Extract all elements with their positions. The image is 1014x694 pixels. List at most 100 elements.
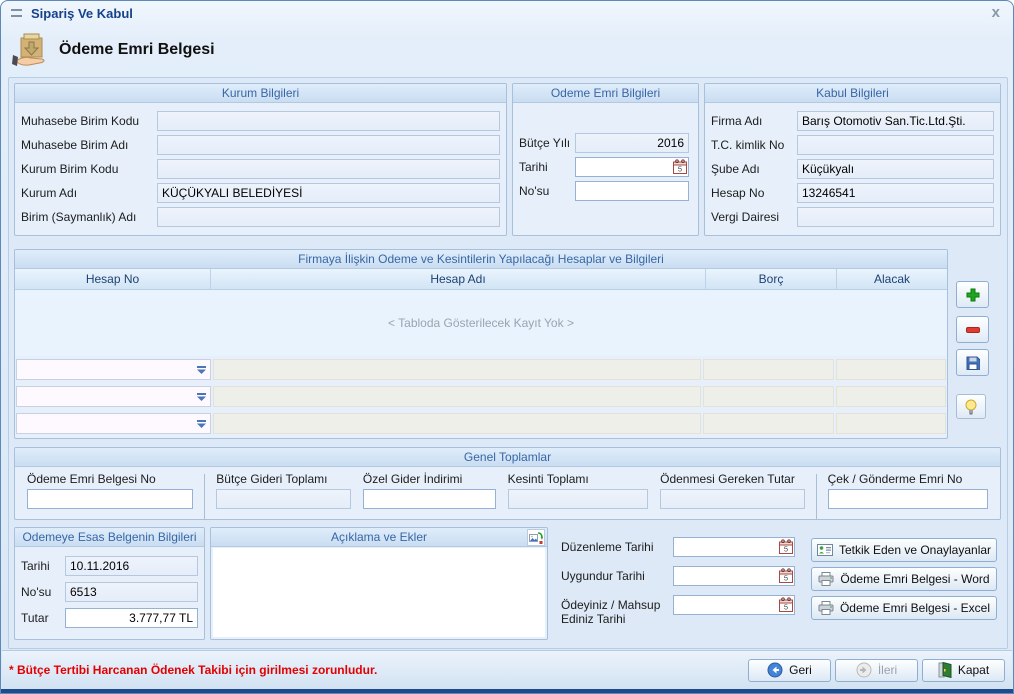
butce-yili-input[interactable] <box>575 133 689 153</box>
belge-tutar-input[interactable] <box>65 608 198 628</box>
tetkik-eden-button[interactable]: Tetkik Eden ve Onaylayanlar <box>811 538 997 562</box>
remove-row-button[interactable] <box>956 316 989 343</box>
odeme-emri-nosu-input[interactable] <box>575 181 689 201</box>
kurum-birim-kodu-input[interactable] <box>157 159 500 179</box>
table-row <box>16 386 946 407</box>
column-header-borc[interactable]: Borç <box>706 269 837 289</box>
field-label: Tutar <box>21 611 65 625</box>
button-label: İleri <box>878 663 897 677</box>
field-label: Firma Adı <box>711 114 797 128</box>
field-label: No'su <box>21 585 65 599</box>
field-label: Kurum Adı <box>21 186 157 200</box>
odeme-emri-tarihi-input[interactable] <box>575 157 689 177</box>
group-title: Firmaya İlişkin Odeme ve Kesintilerin Ya… <box>15 250 947 269</box>
hint-button[interactable] <box>956 394 986 419</box>
kurum-adi-input[interactable] <box>157 183 500 203</box>
belge-tarihi-input[interactable] <box>65 556 198 576</box>
field-label: Uygundur Tarihi <box>561 566 673 583</box>
column-header-hesap-adi[interactable]: Hesap Adı <box>211 269 706 289</box>
vergi-dairesi-input[interactable] <box>797 207 994 227</box>
page-header: Ödeme Emri Belgesi <box>1 25 1013 75</box>
kapat-button[interactable]: Kapat <box>922 659 1005 682</box>
birim-saymanlik-adi-input[interactable] <box>157 207 500 227</box>
door-exit-icon <box>938 662 952 678</box>
calendar-icon[interactable]: 5 <box>779 568 793 583</box>
group-odeme-emri-bilgileri: Odeme Emri Bilgileri Bütçe Yılı Tarihi 5… <box>512 83 699 236</box>
odenmesi-gereken-tutar-input[interactable] <box>660 489 805 509</box>
calendar-icon[interactable]: 5 <box>779 597 793 612</box>
hesap-adi-cell <box>213 413 701 434</box>
uygundur-tarihi-input[interactable] <box>673 566 795 586</box>
group-title: Kurum Bilgileri <box>15 84 506 103</box>
field-label: Vergi Dairesi <box>711 210 797 224</box>
date-fields: Düzenleme Tarihi 5 Uygundur Tarihi 5 Öde… <box>561 537 805 635</box>
lightbulb-icon <box>965 399 977 415</box>
field-label: No'su <box>519 184 575 198</box>
muhasebe-birim-adi-input[interactable] <box>157 135 500 155</box>
odeme-emri-belgesi-no-input[interactable] <box>27 489 193 509</box>
column-header-alacak[interactable]: Alacak <box>837 269 947 289</box>
sube-adi-input[interactable] <box>797 159 994 179</box>
window-title: Sipariş Ve Kabul <box>31 6 133 21</box>
field-label: Şube Adı <box>711 162 797 176</box>
group-kurum-bilgileri: Kurum Bilgileri Muhasebe Birim Kodu Muha… <box>14 83 507 236</box>
odeyiniz-mahsup-tarihi-input[interactable] <box>673 595 795 615</box>
calendar-icon[interactable]: 5 <box>673 159 687 174</box>
chevron-down-icon <box>197 366 206 374</box>
attach-image-button[interactable] <box>527 529 545 546</box>
hesap-no-combo[interactable] <box>16 386 211 407</box>
hesap-no-combo-input[interactable] <box>17 363 197 377</box>
hesap-no-combo-input[interactable] <box>17 390 197 404</box>
field-label: Çek / Gönderme Emri No <box>828 472 988 486</box>
field-label: T.C. kimlik No <box>711 138 797 152</box>
save-icon <box>966 356 980 370</box>
firma-adi-input[interactable] <box>797 111 994 131</box>
page-title: Ödeme Emri Belgesi <box>59 41 215 59</box>
muhasebe-birim-kodu-input[interactable] <box>157 111 500 131</box>
belge-nosu-input[interactable] <box>65 582 198 602</box>
title-bar: Sipariş Ve Kabul x <box>1 1 1013 25</box>
add-row-button[interactable] <box>956 281 989 308</box>
borc-cell <box>703 413 834 434</box>
divider <box>204 474 205 520</box>
geri-button[interactable]: Geri <box>748 659 831 682</box>
kabul-hesap-no-input[interactable] <box>797 183 994 203</box>
kesinti-toplami-input[interactable] <box>508 489 649 509</box>
close-icon[interactable]: x <box>989 6 1003 20</box>
group-title: Genel Toplamlar <box>15 448 1000 467</box>
divider <box>816 474 817 520</box>
button-label: Ödeme Emri Belgesi - Excel <box>840 601 990 615</box>
group-genel-toplamlar: Genel Toplamlar Ödeme Emri Belgesi No Bü… <box>14 447 1001 520</box>
column-header-hesap-no[interactable]: Hesap No <box>15 269 211 289</box>
group-title: Açıklama ve Ekler <box>211 528 547 547</box>
ileri-button[interactable]: İleri <box>835 659 918 682</box>
table-header-row: Hesap No Hesap Adı Borç Alacak <box>15 269 947 290</box>
odeme-emri-excel-button[interactable]: Ödeme Emri Belgesi - Excel <box>811 596 997 620</box>
alacak-cell <box>836 413 946 434</box>
tc-kimlik-no-input[interactable] <box>797 135 994 155</box>
window-bottom-strip <box>1 689 1013 693</box>
hesap-adi-cell <box>213 386 701 407</box>
hesap-no-combo-input[interactable] <box>17 417 197 431</box>
back-arrow-icon <box>767 662 783 678</box>
printer-icon <box>818 572 834 586</box>
field-label: Ödeyiniz / Mahsup Ediniz Tarihi <box>561 595 673 626</box>
cek-gonderme-emri-no-input[interactable] <box>828 489 988 509</box>
table-button-column <box>956 249 996 439</box>
butce-gideri-toplami-input[interactable] <box>216 489 351 509</box>
calendar-icon[interactable]: 5 <box>779 539 793 554</box>
contact-card-icon <box>817 544 833 556</box>
group-aciklama-ekler: Açıklama ve Ekler <box>210 527 548 640</box>
hesap-no-combo[interactable] <box>16 413 211 434</box>
field-label: Tarihi <box>21 559 65 573</box>
odeme-emri-word-button[interactable]: Ödeme Emri Belgesi - Word <box>811 567 997 591</box>
ozel-gider-indirimi-input[interactable] <box>363 489 496 509</box>
aciklama-textarea[interactable] <box>213 548 545 637</box>
save-rows-button[interactable] <box>956 349 989 376</box>
field-label: Hesap No <box>711 186 797 200</box>
chevron-down-icon <box>197 393 206 401</box>
app-window: Sipariş Ve Kabul x Ödeme Emri Belgesi Ku… <box>0 0 1014 694</box>
duzenleme-tarihi-input[interactable] <box>673 537 795 557</box>
hesap-no-combo[interactable] <box>16 359 211 380</box>
menu-icon[interactable] <box>11 9 22 17</box>
